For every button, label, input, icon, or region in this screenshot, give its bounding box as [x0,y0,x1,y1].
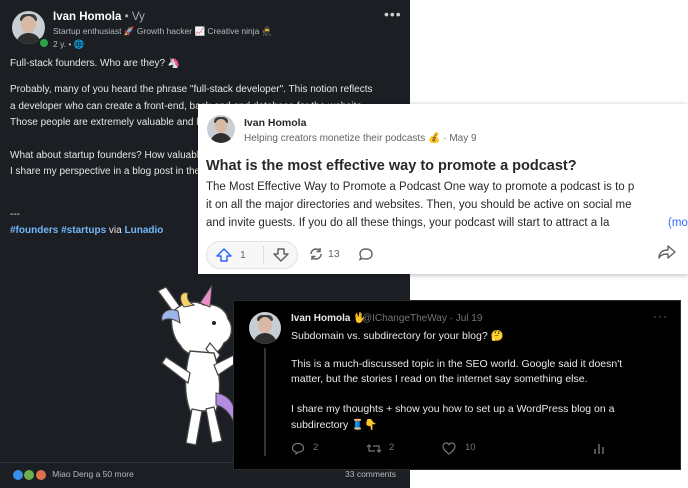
author-name-text[interactable]: Ivan Homola [53,11,121,23]
avatar[interactable] [207,115,235,143]
analytics-icon[interactable] [593,442,605,455]
thread-line [264,348,266,456]
post-text-line: Probably, many of you heard the phrase "… [10,84,373,95]
question-title[interactable]: What is the most effective way to promot… [206,158,577,174]
author-name[interactable]: Ivan Homola 🖖 [291,313,366,324]
author-name[interactable]: Ivan Homola [244,117,306,129]
vote-divider [263,246,264,264]
answer-text-line: it on all the major directories and webs… [206,199,632,211]
source-link[interactable]: Lunadio [125,225,164,236]
tweet-text-line: I share my thoughts + show you how to se… [291,403,615,415]
answer-text-line: The Most Effective Way to Promote a Podc… [206,181,635,193]
author-credential: Helping creators monetize their podcasts… [244,133,477,144]
forward-icon[interactable] [658,245,676,259]
hashtag-line: #founders #startups via Lunadio [10,225,163,236]
tweet-text-line: matter, but the stories I read on the in… [291,373,588,385]
reply-count: 2 [313,442,319,453]
like-icon[interactable] [442,442,456,455]
author-name[interactable]: Ivan Homola • Vy [53,11,145,23]
like-count: 10 [465,442,476,453]
divider-text: --- [10,209,20,220]
like-reaction-icon [12,469,24,481]
comments-count[interactable]: 33 comments [345,469,396,479]
upvote-count: 1 [240,249,246,261]
avatar-face [21,16,36,33]
retweet-count: 2 [389,442,395,453]
vote-button-group: 1 [206,241,298,269]
avatar-face [215,119,227,133]
share-count: 13 [328,248,340,260]
tweet-text-line: subdirectory 🧵👇 [291,419,378,431]
celebrate-reaction-icon [23,469,36,481]
more-options-button[interactable]: ··· [653,309,668,323]
answer-text-line: and invite guests. If you do all these t… [206,217,609,229]
avatar-body [210,133,232,143]
hashtags-link[interactable]: #founders #startups [10,225,106,236]
quora-answer-card: Ivan Homola Helping creators monetize th… [198,104,688,274]
author-handle[interactable]: @IChangeTheWay · Jul 19 [362,313,482,324]
downvote-icon[interactable] [273,248,289,262]
tweet-text-line: This is a much-discussed topic in the SE… [291,358,623,370]
upvote-icon[interactable] [216,248,232,262]
reply-icon[interactable] [291,442,305,455]
via-text: via [108,225,122,236]
avatar[interactable] [249,312,281,344]
love-reaction-icon [34,469,47,481]
reactions-text[interactable]: Miao Deng a 50 more [52,469,134,479]
online-status-dot [38,37,50,49]
post-time: 2 y. • 🌐 [53,39,85,49]
share-icon[interactable] [308,247,324,261]
tweet-text-line: Subdomain vs. subdirectory for your blog… [291,330,504,342]
post-text-line: Full-stack founders. Who are they? 🦄 [10,58,181,69]
answer-text: and invite guests. If you do all these t… [206,217,610,229]
author-headline: Startup enthusiast 🚀 Growth hacker 📈 Cre… [53,26,273,36]
read-more-link[interactable]: (mo [668,217,688,229]
more-options-button[interactable]: ••• [384,6,402,22]
avatar-body [253,333,277,344]
connection-degree: • Vy [124,11,145,23]
retweet-icon[interactable] [366,442,382,455]
comment-icon[interactable] [358,247,374,261]
reactions-summary[interactable]: Miao Deng a 50 more [12,469,134,481]
avatar-face [258,317,272,333]
twitter-tweet-card: Ivan Homola 🖖 @IChangeTheWay · Jul 19 ··… [233,300,681,470]
